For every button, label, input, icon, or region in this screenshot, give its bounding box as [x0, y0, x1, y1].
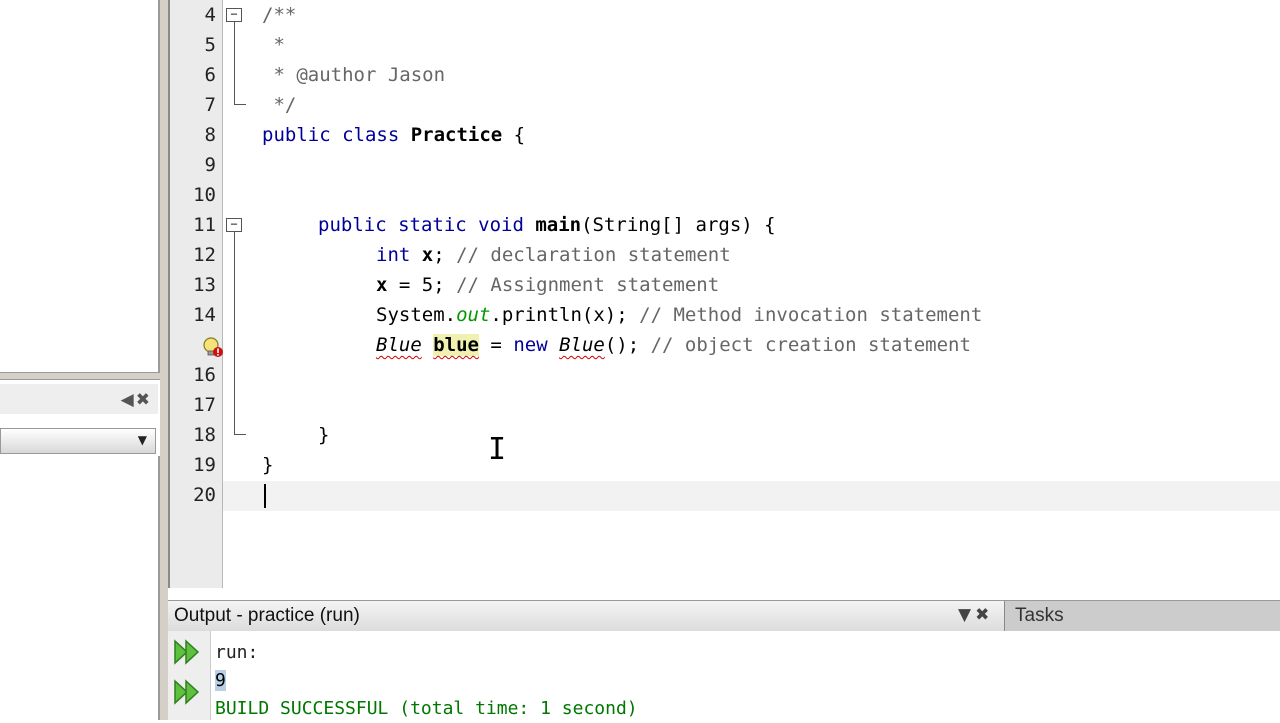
- code-text: ();: [604, 334, 651, 356]
- code-line: }: [262, 454, 274, 476]
- tab-tasks[interactable]: Tasks: [1004, 601, 1280, 631]
- line-number: 16: [193, 364, 216, 386]
- line-number: 10: [193, 184, 216, 206]
- keyword: new: [513, 334, 560, 356]
- line-number: 14: [193, 304, 216, 326]
- line-number: 20: [193, 484, 216, 506]
- rerun-with-params-icon[interactable]: [172, 677, 202, 707]
- selected-output: 9: [215, 670, 226, 691]
- fold-guide: [234, 22, 235, 104]
- keyword: public class: [262, 124, 411, 146]
- code-text: = 5;: [387, 274, 457, 296]
- line-number: 8: [204, 124, 216, 146]
- static-field: out: [456, 304, 491, 326]
- current-line-highlight: [223, 481, 1280, 511]
- method-name: main: [535, 214, 582, 236]
- code-text: =: [478, 334, 514, 356]
- ibeam-cursor-icon: I: [488, 432, 507, 467]
- code-comment: // Method invocation statement: [639, 304, 983, 326]
- output-tab-title[interactable]: Output - practice (run): [174, 601, 360, 631]
- code-comment: // Assignment statement: [456, 274, 720, 296]
- line-number: 6: [204, 64, 216, 86]
- line-number: 17: [193, 394, 216, 416]
- line-number: 13: [193, 274, 216, 296]
- code-line: *: [262, 34, 285, 56]
- variable: blue: [433, 334, 479, 356]
- text-caret: [264, 484, 266, 508]
- hint-bulb-error-icon[interactable]: [202, 336, 224, 360]
- code-text: {: [502, 124, 526, 146]
- code-line: * @author Jason: [262, 64, 446, 86]
- code-comment: // object creation statement: [650, 334, 971, 356]
- error-type: Blue: [376, 334, 422, 356]
- code-line: }: [318, 424, 330, 446]
- console-line: run:: [215, 642, 259, 663]
- variable: x: [421, 244, 434, 266]
- line-number: 19: [193, 454, 216, 476]
- chevron-down-icon[interactable]: ▼: [138, 433, 147, 447]
- navigator-combo[interactable]: ▼: [0, 428, 156, 454]
- keyword: public static void: [318, 214, 536, 236]
- line-number: 12: [193, 244, 216, 266]
- keyword: int: [376, 244, 422, 266]
- code-text: System.: [376, 304, 457, 326]
- output-window-controls[interactable]: ▼✖: [958, 605, 993, 625]
- fold-guide: [234, 232, 235, 434]
- class-name: Practice: [410, 124, 503, 146]
- build-status: BUILD SUCCESSFUL (total time: 1 second): [215, 698, 638, 719]
- left-panel: ◀✖ ▼: [0, 0, 160, 720]
- code-editor[interactable]: 4 5 6 7 8 9 10 11 12 13 14 16 17 18 19 2…: [168, 0, 1280, 588]
- code-text: (String[] args) {: [581, 214, 776, 236]
- code-text: .println(x);: [490, 304, 640, 326]
- output-header: Output - practice (run) ▼✖ Tasks: [168, 600, 1280, 632]
- code-text: ;: [433, 244, 457, 266]
- code-line: System.out.println(x); // Method invocat…: [376, 300, 982, 330]
- code-line: int x; // declaration statement: [376, 240, 731, 270]
- tasks-tab-label: Tasks: [1015, 605, 1064, 626]
- vertical-splitter[interactable]: [160, 0, 168, 720]
- code-line: */: [262, 94, 297, 116]
- error-type: Blue: [559, 334, 605, 356]
- fold-collapse-icon[interactable]: −: [226, 8, 242, 22]
- line-number-gutter: 4 5 6 7 8 9 10 11 12 13 14 16 17 18 19 2…: [170, 0, 223, 588]
- output-toolbar: [168, 631, 211, 720]
- code-line: Blue blue = new Blue(); // object creati…: [376, 330, 971, 360]
- line-number: 9: [204, 154, 216, 176]
- fold-collapse-icon[interactable]: −: [226, 218, 242, 232]
- line-number: 18: [193, 424, 216, 446]
- code-line: x = 5; // Assignment statement: [376, 270, 719, 300]
- fold-guide-end: [234, 104, 246, 105]
- code-line: /**: [262, 4, 297, 26]
- line-number: 4: [204, 4, 216, 26]
- line-number: 11: [193, 214, 216, 236]
- rerun-icon[interactable]: [172, 637, 202, 667]
- line-number: 7: [204, 94, 216, 116]
- panel-splitter[interactable]: [0, 372, 160, 380]
- panel-window-controls[interactable]: ◀✖: [121, 390, 152, 410]
- code-comment: // declaration statement: [456, 244, 731, 266]
- variable: x: [376, 274, 388, 296]
- console-line: 9: [215, 667, 226, 695]
- output-console[interactable]: run: 9 BUILD SUCCESSFUL (total time: 1 s…: [211, 631, 1280, 720]
- line-number: 5: [204, 34, 216, 56]
- navigator-panel[interactable]: [0, 456, 160, 720]
- code-line: public static void main(String[] args) {: [318, 210, 776, 240]
- projects-panel[interactable]: [0, 0, 160, 372]
- fold-guide-end: [234, 434, 246, 435]
- navigator-header: ◀✖: [0, 384, 158, 414]
- code-line: public class Practice {: [262, 120, 525, 150]
